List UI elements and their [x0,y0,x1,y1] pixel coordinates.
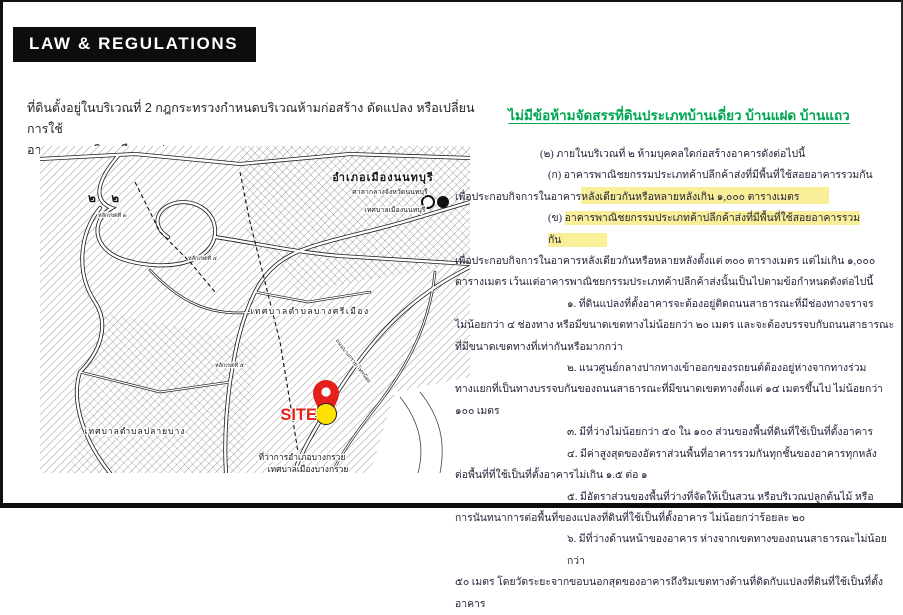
regulation-line: ต่อพื้นที่ที่ใช้เป็นที่ตั้งอาคารไม่เกิน … [455,465,903,486]
map-label-city-hall: ศาลากลางจังหวัดนนทบุรี [352,188,428,196]
line-text: (ก) อาคารพาณิชยกรรมประเภทค้าปลีกค้าส่งที… [548,170,873,181]
map-label-marker-2: หลักเขตที่ ๔ [188,254,217,262]
line-text: ๑. ที่ดินแปลงที่ตั้งอาคารจะต้องอยู่ติดถน… [567,299,874,310]
regulation-line: ตารางเมตร เว้นแต่อาคารพาณิชยกรรมประเภทค้… [455,272,903,293]
line-text: ๓. มีที่ว่างไม่น้อยกว่า ๕๐ ใน ๑๐๐ ส่วนขอ… [567,427,873,438]
line-text: ไม่น้อยกว่า ๔ ช่องทาง หรือมีขนาดเขตทางไม… [455,320,894,331]
line-text: ๕๐ เมตร โดยวัดระยะจากขอบนอกสุดของอาคารถึ… [455,577,883,609]
line-text: ๕. มีอัตราส่วนของพื้นที่ว่างที่จัดให้เป็… [567,492,874,503]
site-label: SITE [280,406,317,424]
map-label-municipality-nont: เทศบาลเมืองนนทบุรี [364,206,425,214]
site-area-circle [316,404,337,425]
line-text: การนันทนาการต่อพื้นที่ของแปลงที่ดินที่ใช… [455,513,805,524]
regulation-line: ที่มีขนาดเขตทางที่เท่ากันหรือมากกว่า [455,337,903,358]
map-label-marker-3: หลักเขตที่ ๕ [215,361,244,369]
site-pin-hole [321,387,330,396]
map-label-municipality-sw: เทศบาลตำบลปลายบาง [85,426,186,436]
regulation-line: ๕. มีอัตราส่วนของพื้นที่ว่างที่จัดให้เป็… [455,487,903,508]
regulation-line: การนันทนาการต่อพื้นที่ของแปลงที่ดินที่ใช… [455,508,903,529]
slide: { "slide": { "title": "LAW & REGULATIONS… [0,0,903,508]
line-text: เพื่อประกอบกิจการในอาคารหลังเดียวกันหรือ… [455,256,875,267]
landmark-dot-symbol [437,196,449,208]
regulation-line: ๕๐ เมตร โดยวัดระยะจากขอบนอกสุดของอาคารถึ… [455,572,903,615]
regulation-line: ๑๐๐ เมตร [455,401,903,422]
line-text: ๒. แนวศูนย์กลางปากทางเข้าออกของรถยนต์ต้อ… [567,363,866,374]
regulation-line: ไม่น้อยกว่า ๔ ช่องทาง หรือมีขนาดเขตทางไม… [455,315,903,336]
map-label-district: อำเภอเมืองนนทบุรี [332,171,434,185]
regulation-text: (๒) ภายในบริเวณที่ ๒ ห้ามบุคคลใดก่อสร้าง… [455,144,903,615]
regulation-line: เพื่อประกอบกิจการในอาคารหลังเดียวกันหรือ… [455,251,903,272]
line-text: ๔. มีค่าสูงสุดของอัตราส่วนพื้นที่อาคารรว… [567,449,877,460]
highlighted-text: หลังเดียวกันหรือหลายหลังเกิน ๑,๐๐๐ ตาราง… [581,187,829,204]
line-text: ที่มีขนาดเขตทางที่เท่ากันหรือมากกว่า [455,342,623,353]
regulation-line: เพื่อประกอบกิจการในอาคารหลังเดียวกันหรือ… [455,187,903,208]
regulation-line: ๑. ที่ดินแปลงที่ตั้งอาคารจะต้องอยู่ติดถน… [455,294,903,315]
regulation-line: ๒. แนวศูนย์กลางปากทางเข้าออกของรถยนต์ต้อ… [455,358,903,379]
map-label-municipality-bangkruai: เทศบาลเมืองบางกรวย [268,464,349,473]
line-text: ๖. มีที่ว่างด้านหน้าของอาคาร ห่างจากเขตท… [567,534,887,566]
zoning-map: อำเภอเมืองนนทบุรี ศาลากลางจังหวัดนนทบุรี… [40,142,470,473]
regulation-line: ๖. มีที่ว่างด้านหน้าของอาคาร ห่างจากเขตท… [455,529,903,572]
map-label-zone-number: ๒ ๒ [88,191,125,205]
map-label-municipality-center: เทศบาลตำบลบางศรีเมือง [250,306,369,316]
slide-border-left [0,0,3,508]
subtitle-line-1: ที่ดินตั้งอยู่ในบริเวณที่ 2 กฎกระทรวงกำห… [27,98,477,140]
regulation-line: (ก) อาคารพาณิชยกรรมประเภทค้าปลีกค้าส่งที… [455,165,903,186]
page-title: LAW & REGULATIONS [13,27,256,62]
slide-border-top [0,0,903,2]
regulation-line: ทางแยกที่เป็นทางบรรจบกันของถนนสาธารณะที่… [455,379,903,400]
line-text: ๑๐๐ เมตร [455,406,500,417]
line-text: (ข) [548,213,565,224]
zoning-map-svg: อำเภอเมืองนนทบุรี ศาลากลางจังหวัดนนทบุรี… [40,142,470,473]
regulation-heading: ไม่มีข้อห้ามจัดสรรที่ดินประเภทบ้านเดี่ยว… [455,104,903,126]
map-label-amphoe-office: ที่ว่าการอำเภอบางกรวย [259,451,346,462]
regulation-line: (ข) อาคารพาณิชยกรรมประเภทค้าปลีกค้าส่งที… [455,208,903,251]
line-text: (๒) ภายในบริเวณที่ ๒ ห้ามบุคคลใดก่อสร้าง… [540,149,805,160]
regulation-line: ๓. มีที่ว่างไม่น้อยกว่า ๕๐ ใน ๑๐๐ ส่วนขอ… [455,422,903,443]
line-text: ทางแยกที่เป็นทางบรรจบกันของถนนสาธารณะที่… [455,384,883,395]
regulation-line: (๒) ภายในบริเวณที่ ๒ ห้ามบุคคลใดก่อสร้าง… [455,144,903,165]
highlighted-text: อาคารพาณิชยกรรมประเภทค้าปลีกค้าส่งที่มีพ… [548,211,860,246]
line-text: เพื่อประกอบกิจการในอาคาร [455,192,581,203]
line-text: ต่อพื้นที่ที่ใช้เป็นที่ตั้งอาคารไม่เกิน … [455,470,648,481]
regulation-line: ๔. มีค่าสูงสุดของอัตราส่วนพื้นที่อาคารรว… [455,444,903,465]
line-text: ตารางเมตร เว้นแต่อาคารพาณิชยกรรมประเภทค้… [455,277,873,288]
map-label-marker-1: หลักเขตที่ ๓ [98,211,127,219]
regulation-panel: ไม่มีข้อห้ามจัดสรรที่ดินประเภทบ้านเดี่ยว… [455,104,903,615]
